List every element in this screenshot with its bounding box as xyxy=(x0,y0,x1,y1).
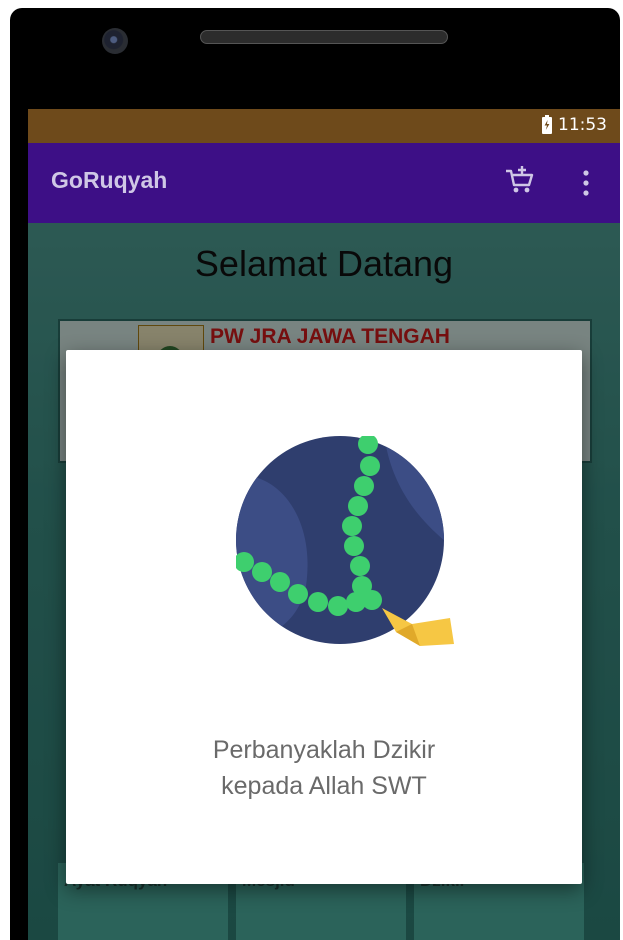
dialog-message-line1: Perbanyaklah Dzikir xyxy=(212,736,436,764)
phone-frame: 11:53 GoRuqyah Selamat Datang PW JRA JAW… xyxy=(10,8,620,940)
battery-charging-icon xyxy=(542,115,552,134)
front-camera xyxy=(102,28,128,54)
app-title: GoRuqyah xyxy=(51,167,168,193)
dzikir-reminder-dialog: Perbanyaklah Dzikir kepada Allah SWT xyxy=(66,350,582,884)
more-vert-icon[interactable] xyxy=(581,169,591,197)
prayer-beads-icon xyxy=(236,436,454,646)
status-time: 11:53 xyxy=(558,115,607,135)
dialog-message: Perbanyaklah Dzikir kepada Allah SWT xyxy=(66,732,582,804)
app-screen: 11:53 GoRuqyah Selamat Datang PW JRA JAW… xyxy=(28,109,620,940)
dialog-message-line2: kepada Allah SWT xyxy=(221,772,427,800)
app-bar: GoRuqyah xyxy=(28,143,620,223)
earpiece-speaker xyxy=(200,30,448,44)
status-bar: 11:53 xyxy=(28,109,620,143)
cart-plus-icon[interactable] xyxy=(504,165,536,197)
